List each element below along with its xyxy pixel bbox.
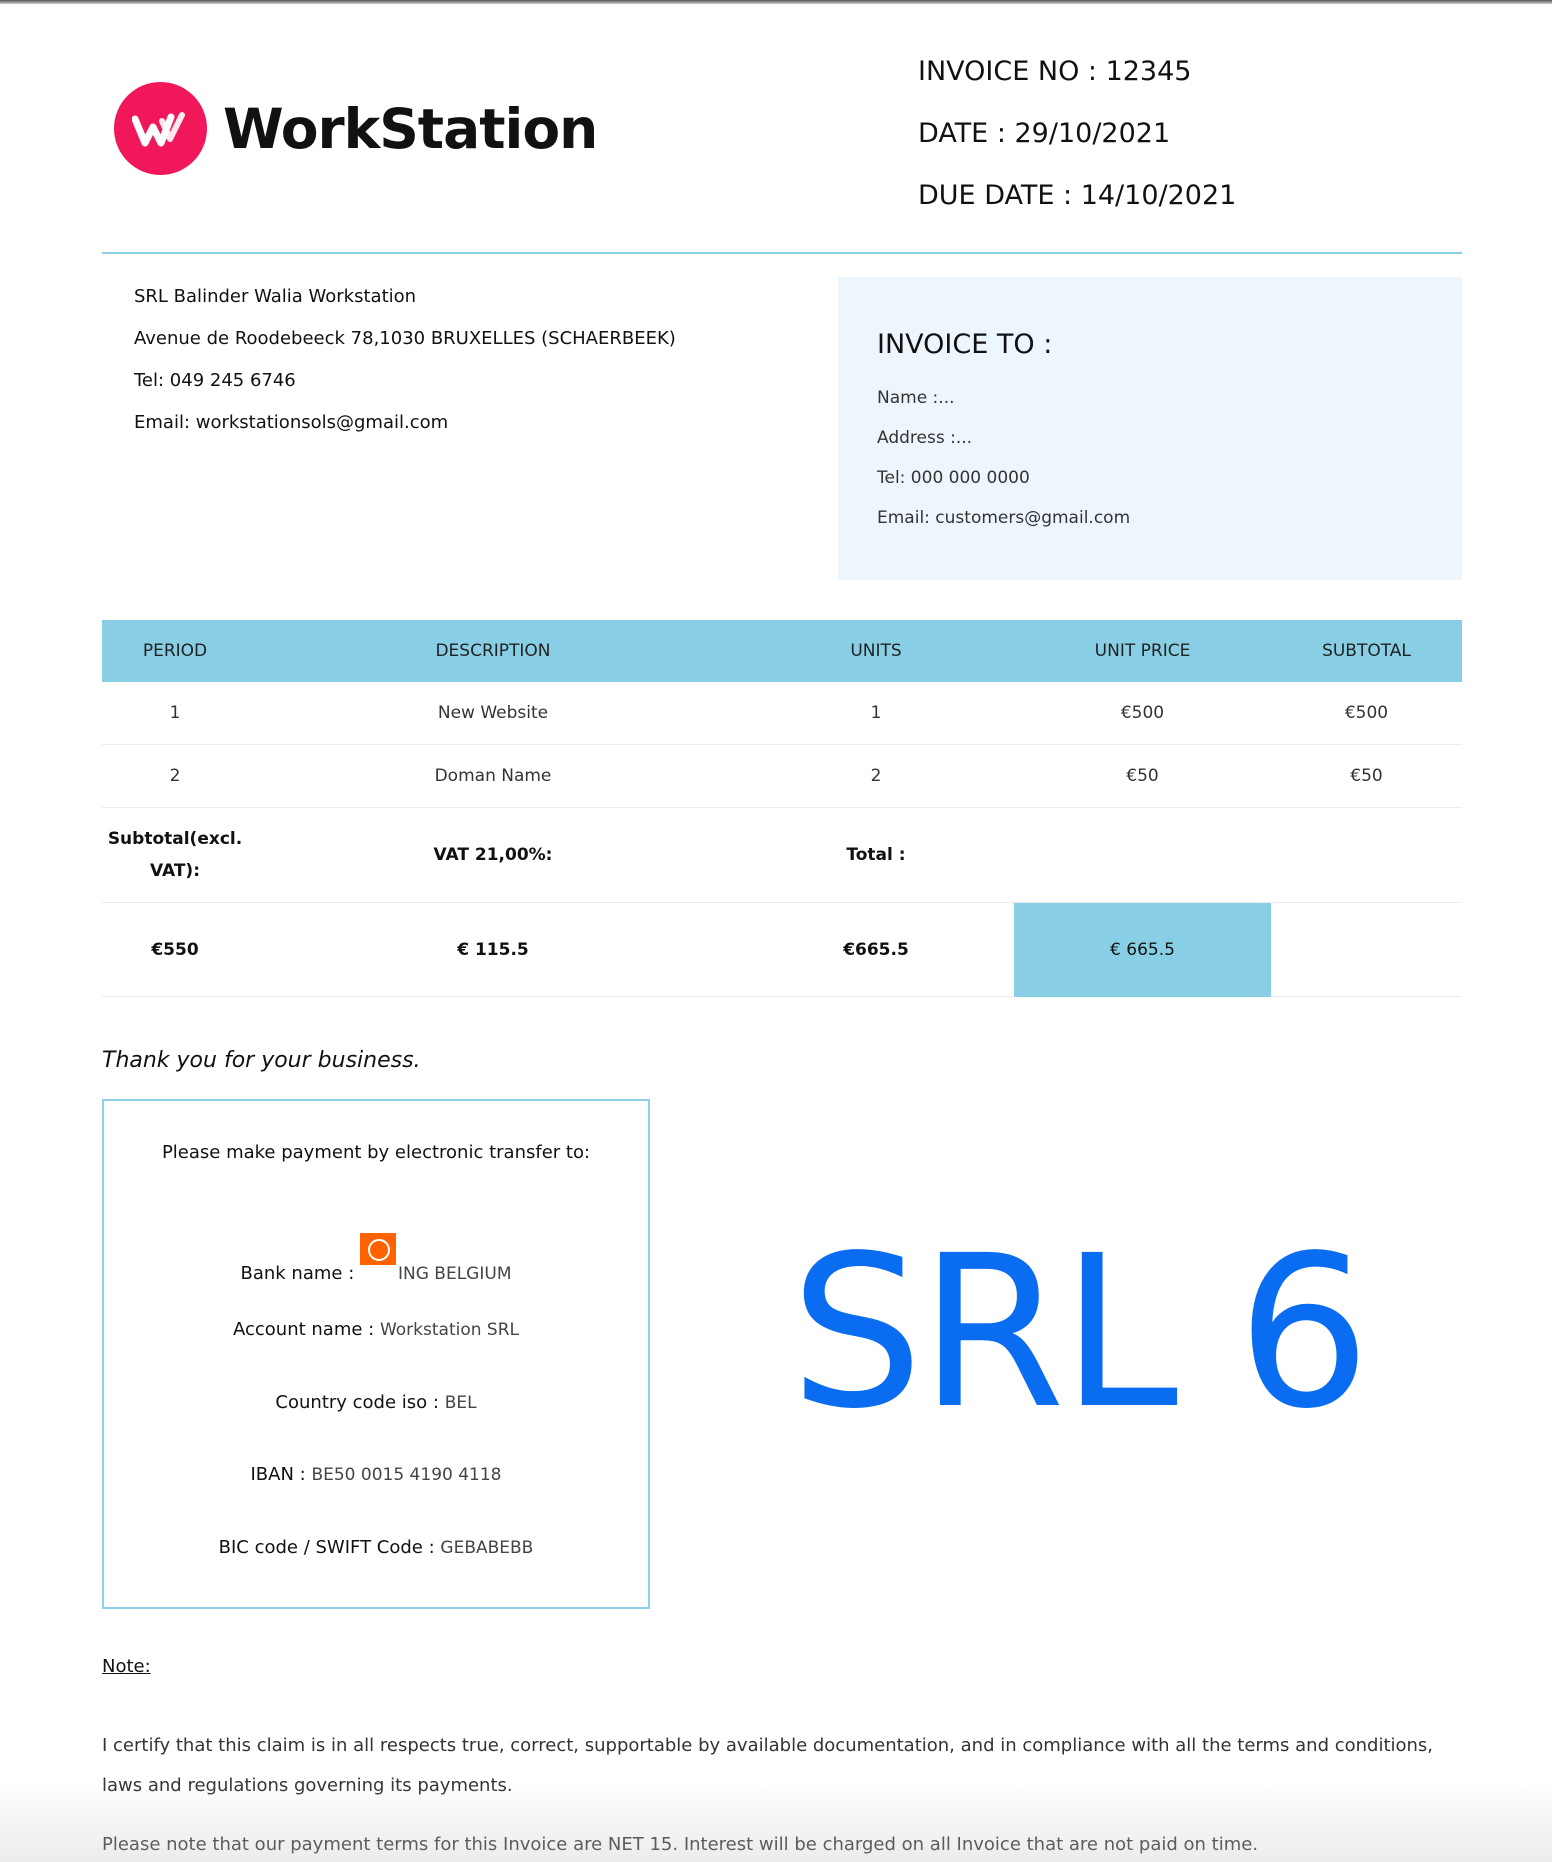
invoice-date: DATE : 29/10/2021: [918, 118, 1171, 149]
note-heading: Note:: [102, 1656, 151, 1677]
total-value: €665.5: [843, 939, 909, 960]
header-units: UNITS: [850, 641, 902, 661]
payment-instructions-box: Please make payment by electronic transf…: [102, 1099, 650, 1609]
header-period: PERIOD: [142, 641, 208, 661]
cell-period: 2: [169, 766, 181, 786]
cell-units: 1: [870, 703, 882, 723]
totals-value-row: €550 € 115.5 €665.5 € 665.5: [102, 902, 1462, 997]
invoice-number: INVOICE NO : 12345: [918, 56, 1192, 87]
company-name: SRL Balinder Walia Workstation: [134, 286, 417, 307]
cell-description: New Website: [437, 703, 549, 723]
cell-subtotal: €500: [1344, 703, 1389, 723]
invoice-page: WorkStation INVOICE NO : 12345 DATE : 29…: [0, 0, 1552, 1862]
srl-stamp-text: SRL 6: [790, 1210, 1371, 1455]
bic-line: BIC code / SWIFT Code : GEBABEBB: [104, 1537, 648, 1558]
invoice-table: PERIOD DESCRIPTION UNITS UNIT PRICE SUBT…: [102, 620, 1462, 997]
grand-total: € 665.5: [1014, 902, 1271, 997]
customer-address: Address :...: [877, 428, 973, 448]
header-divider: [102, 252, 1462, 254]
account-name-line: Account name : Workstation SRL: [104, 1319, 648, 1340]
invoice-to-title: INVOICE TO :: [877, 329, 1053, 360]
bank-name-value: ING BELGIUM: [398, 1264, 512, 1284]
bic-label: BIC code / SWIFT Code :: [218, 1537, 435, 1558]
cell-units: 2: [870, 766, 882, 786]
table-row: 2 Doman Name 2 €50 €50: [102, 745, 1462, 808]
brand-name: WorkStation: [223, 96, 598, 161]
cell-period: 1: [169, 703, 181, 723]
cell-unit-price: €50: [1126, 766, 1159, 786]
company-tel: Tel: 049 245 6746: [134, 370, 296, 391]
workstation-logo-icon: [114, 82, 207, 175]
subtotal-excl-vat-value: €550: [151, 939, 199, 960]
cell-subtotal: €50: [1350, 766, 1383, 786]
brand-logo: WorkStation: [114, 82, 598, 175]
ing-lion-icon: [360, 1233, 396, 1265]
bank-name-label: Bank name :: [240, 1263, 355, 1284]
country-code-label: Country code iso :: [275, 1392, 439, 1413]
account-name-label: Account name :: [233, 1319, 375, 1340]
bank-name-line: Bank name : ING BELGIUM: [104, 1233, 648, 1284]
vat-value: € 115.5: [457, 939, 529, 960]
table-row: 1 New Website 1 €500 €500: [102, 682, 1462, 745]
invoice-to-box: INVOICE TO : Name :... Address :... Tel:…: [838, 277, 1462, 580]
payment-terms-paragraph: Please note that our payment terms for t…: [102, 1834, 1259, 1855]
customer-email: Email: customers@gmail.com: [877, 508, 1131, 528]
header-subtotal: SUBTOTAL: [1322, 641, 1411, 661]
invoice-to-lines: Name :... Address :... Tel: 000 000 0000…: [877, 383, 1130, 543]
company-details: SRL Balinder Walia Workstation Avenue de…: [134, 282, 676, 450]
country-code-line: Country code iso : BEL: [104, 1392, 648, 1413]
invoice-due-date: DUE DATE : 14/10/2021: [918, 180, 1237, 211]
iban-line: IBAN : BE50 0015 4190 4118: [104, 1464, 648, 1485]
account-name-value: Workstation SRL: [379, 1320, 519, 1340]
company-address: Avenue de Roodebeeck 78,1030 BRUXELLES (…: [134, 328, 676, 349]
customer-tel: Tel: 000 000 0000: [877, 468, 1030, 488]
bic-value: GEBABEBB: [440, 1538, 534, 1558]
company-email: Email: workstationsols@gmail.com: [134, 412, 449, 433]
totals-label-row: Subtotal(excl. VAT): VAT 21,00%: Total :: [102, 808, 1462, 903]
header-description: DESCRIPTION: [435, 641, 551, 661]
cell-description: Doman Name: [434, 766, 552, 786]
customer-name: Name :...: [877, 388, 955, 408]
invoice-meta: INVOICE NO : 12345 DATE : 29/10/2021 DUE…: [918, 52, 1236, 238]
payment-title: Please make payment by electronic transf…: [161, 1142, 591, 1163]
cell-unit-price: €500: [1120, 703, 1165, 723]
thank-you-message: Thank you for your business.: [102, 1048, 421, 1073]
total-label: Total :: [846, 845, 906, 865]
subtotal-excl-vat-label: Subtotal(excl. VAT):: [107, 829, 243, 881]
country-code-value: BEL: [444, 1393, 477, 1413]
iban-label: IBAN :: [250, 1464, 306, 1485]
note-paragraph: I certify that this claim is in all resp…: [102, 1735, 1434, 1796]
vat-label: VAT 21,00%:: [433, 845, 553, 865]
table-header: PERIOD DESCRIPTION UNITS UNIT PRICE SUBT…: [102, 620, 1462, 682]
header-unit-price: UNIT PRICE: [1094, 641, 1191, 661]
iban-value: BE50 0015 4190 4118: [311, 1465, 502, 1485]
